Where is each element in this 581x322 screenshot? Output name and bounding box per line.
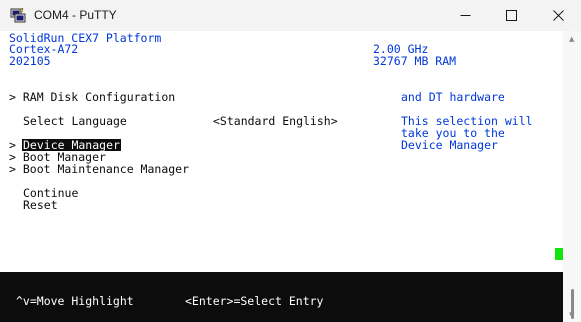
terminal-cursor: [555, 248, 563, 260]
status-bar: ^v=Move Highlight <Enter>=Select Entry: [0, 272, 563, 322]
scroll-up-icon[interactable]: ▲: [569, 35, 574, 43]
close-button[interactable]: [535, 0, 581, 31]
title-bar[interactable]: COM4 - PuTTY: [0, 0, 581, 31]
scroll-down-icon[interactable]: ▼: [569, 311, 574, 319]
firmware-version: 202105: [9, 54, 51, 68]
help-dt-hardware: and DT hardware: [401, 90, 505, 104]
minimize-button[interactable]: [442, 0, 488, 31]
menu-item-reset[interactable]: Reset: [23, 199, 58, 211]
menu-item-boot-maintenance[interactable]: > Boot Maintenance Manager: [9, 163, 189, 175]
status-move-highlight: ^v=Move Highlight: [16, 294, 134, 308]
memory-size: 32767 MB RAM: [373, 54, 457, 68]
putty-icon[interactable]: [10, 7, 26, 23]
vertical-scrollbar[interactable]: ▲ ▼: [563, 31, 581, 322]
help-line-3: Device Manager: [401, 138, 498, 152]
maximize-button[interactable]: [488, 0, 534, 31]
minimize-icon: [460, 15, 470, 16]
status-select-entry: <Enter>=Select Entry: [185, 294, 324, 308]
close-icon: [552, 10, 564, 21]
maximize-icon: [505, 10, 517, 21]
select-language-value[interactable]: <Standard English>: [213, 115, 338, 127]
window-title: COM4 - PuTTY: [34, 8, 117, 22]
menu-item-ram-disk[interactable]: > RAM Disk Configuration: [9, 91, 175, 103]
select-language-label: Select Language: [23, 114, 127, 128]
